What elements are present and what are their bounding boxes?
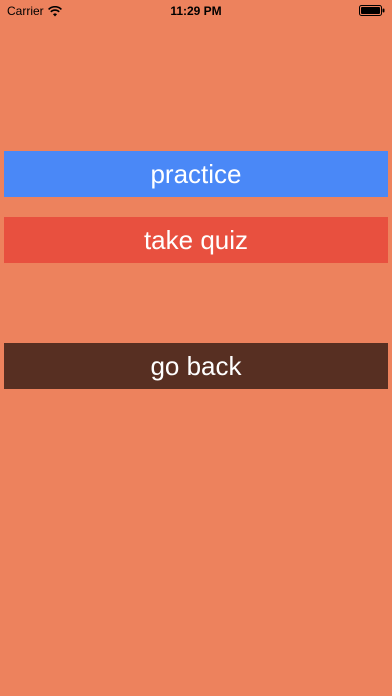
take-quiz-button[interactable]: take quiz [4,217,388,263]
go-back-button[interactable]: go back [4,343,388,389]
battery-icon [359,5,385,16]
status-time: 11:29 PM [170,4,222,18]
practice-button[interactable]: practice [4,151,388,197]
status-bar: Carrier 11:29 PM [0,0,392,22]
